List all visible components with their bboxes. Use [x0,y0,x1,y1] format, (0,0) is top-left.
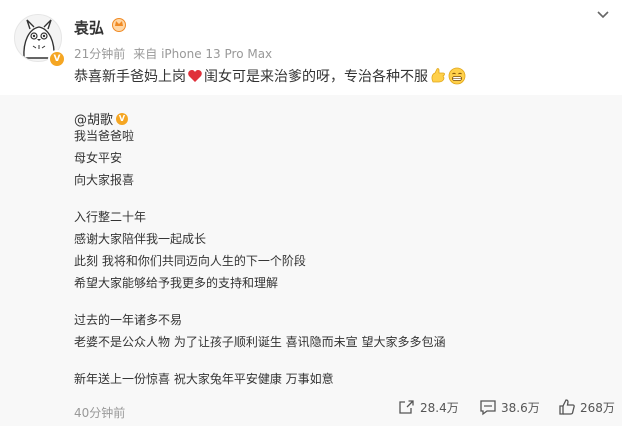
username[interactable]: 袁弘 [74,17,104,38]
repost-line: 此刻 我将和你们共同迈向人生的下一个阶段 [74,254,306,268]
post-text-part2: 闺女可是来治爹的呀，专治各种不服 [204,69,428,85]
share-button[interactable]: 28.4万 [398,398,459,416]
repost-time[interactable]: 40分钟前 [74,404,125,421]
red-heart-icon [188,70,202,82]
repost-line: 入行整二十年 [74,210,147,224]
post-text: 恭喜新手爸妈上岗 闺女可是来治爹的呀，专治各种不服 [74,66,466,86]
like-count: 268万 [580,400,615,415]
repost-line: 我当爸爸啦 [74,129,135,143]
hand-emoji-icon [431,68,445,83]
comment-button[interactable]: 38.6万 [479,398,540,416]
crown-icon [112,18,126,32]
repost-line: 老婆不是公众人物 为了让孩子顺利诞生 喜讯隐而未宣 望大家多多包涵 [74,335,446,349]
post-time[interactable]: 21分钟前 [74,47,125,61]
repost-line: 过去的一年诸多不易 [74,313,183,327]
verified-badge-icon: V [116,112,129,125]
post-source: 来自 iPhone 13 Pro Max [133,47,273,61]
verified-badge-icon: V [48,50,66,68]
like-button[interactable]: 268万 [558,398,615,416]
repost-author[interactable]: @胡歌 V [74,109,129,128]
repost-line: 新年送上一份惊喜 祝大家兔年平安健康 万事如意 [74,372,334,386]
post-meta: 21分钟前 来自 iPhone 13 Pro Max [74,45,272,62]
repost-mention[interactable]: @胡歌 [74,109,113,128]
repost-line: 希望大家能够给予我更多的支持和理解 [74,276,279,290]
chevron-down-icon[interactable] [596,8,610,22]
repost-line: 向大家报喜 [74,173,135,187]
repost-line: 感谢大家陪伴我一起成长 [74,232,207,246]
repost-line: 母女平安 [74,151,123,165]
thumbs-up-icon [559,399,575,415]
share-count: 28.4万 [420,400,459,415]
grin-emoji-icon [448,67,466,85]
comment-icon [480,400,496,416]
comment-count: 38.6万 [501,400,540,415]
post-text-part1: 恭喜新手爸妈上岗 [74,69,186,85]
share-icon [399,400,414,414]
